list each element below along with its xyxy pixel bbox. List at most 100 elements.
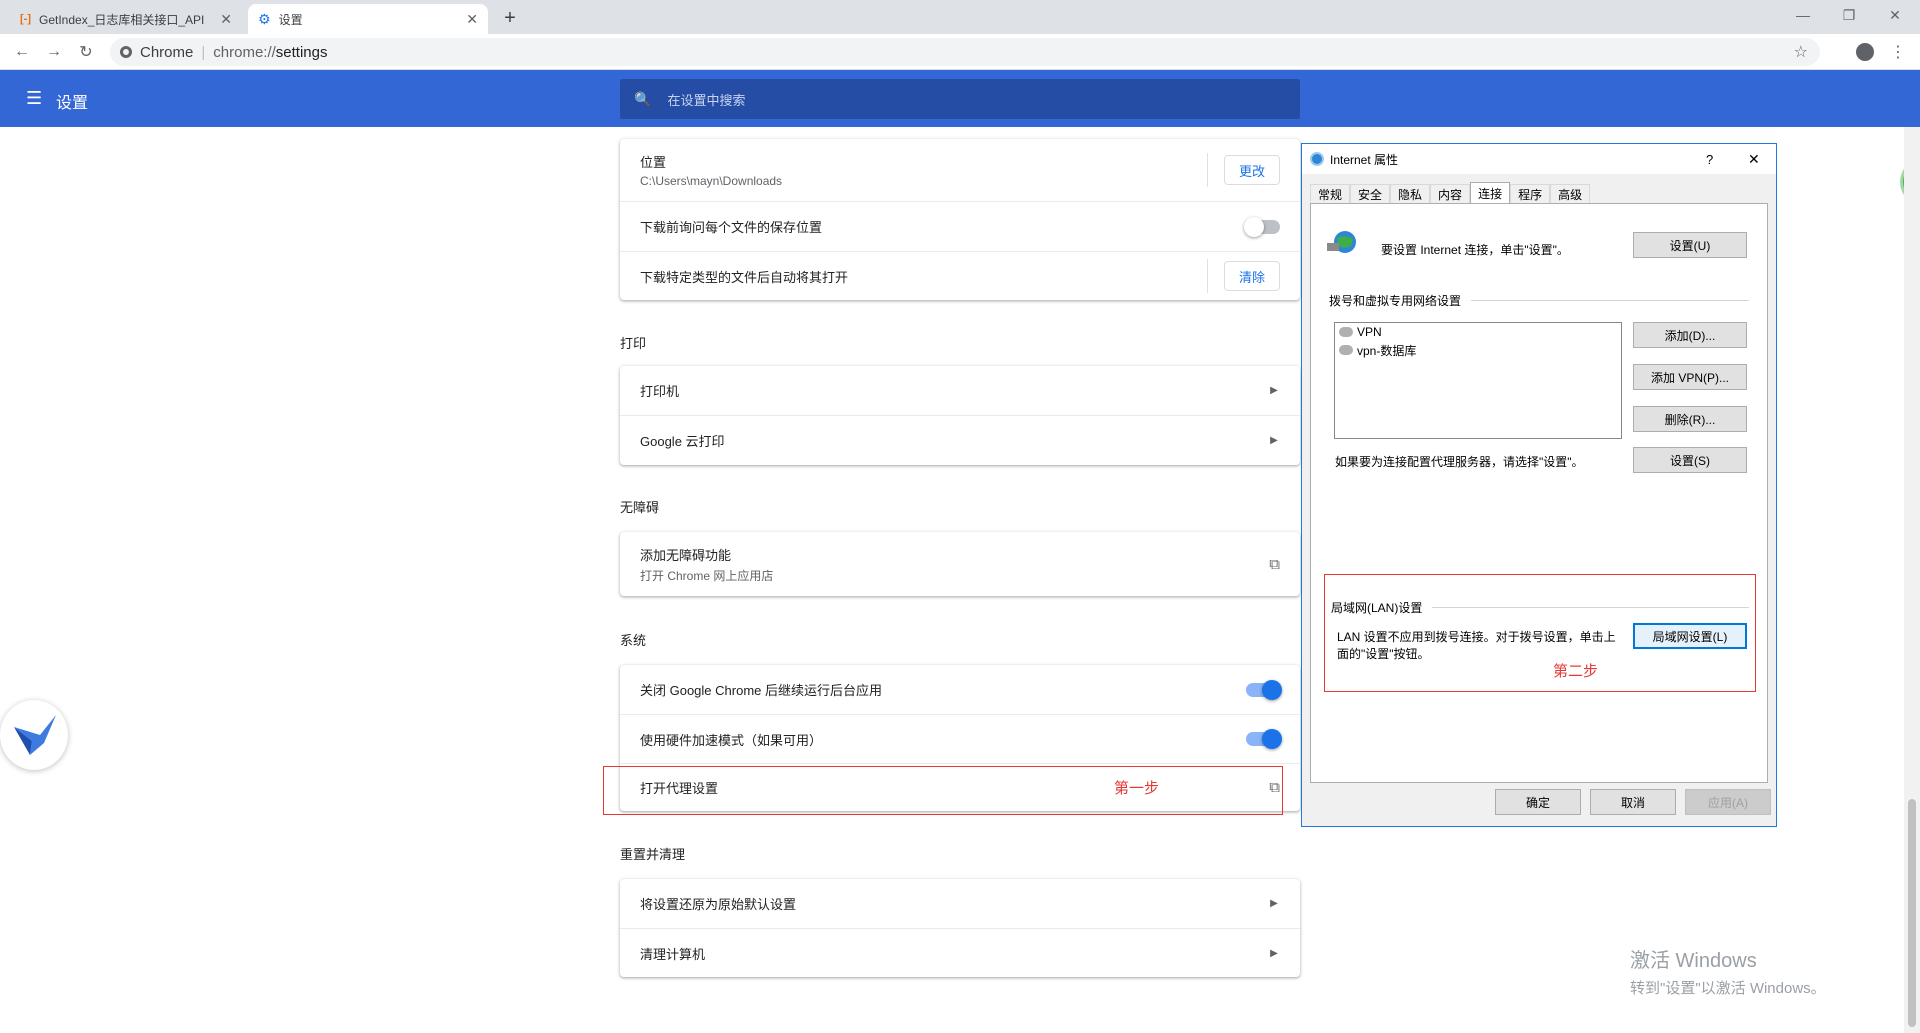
background-apps-row[interactable]: 关闭 Google Chrome 后继续运行后台应用	[620, 665, 1300, 714]
api-favicon-icon: [-]	[20, 13, 31, 25]
dialog-close-button[interactable]: ✕	[1748, 151, 1760, 168]
url-path: settings	[275, 43, 328, 61]
step1-annotation: 第一步	[1114, 780, 1160, 797]
help-button[interactable]: ?	[1706, 152, 1713, 167]
downloads-card: 位置 C:\Users\mayn\Downloads 更改 下载前询问每个文件的…	[620, 139, 1300, 300]
dialog-title: Internet 属性	[1330, 152, 1399, 167]
list-item[interactable]: vpn-数据库	[1335, 341, 1621, 359]
reload-icon[interactable]: ↻	[74, 40, 98, 64]
settings-header: ☰ 设置 🔍 在设置中搜索	[0, 70, 1920, 127]
tab-privacy[interactable]: 隐私	[1390, 184, 1431, 204]
ask-location-toggle[interactable]	[1244, 216, 1280, 237]
profile-avatar-icon[interactable]	[1853, 40, 1877, 64]
tab-advanced[interactable]: 高级	[1550, 184, 1591, 204]
tab-connections[interactable]: 连接	[1470, 182, 1511, 204]
setup-text: 要设置 Internet 连接，单击"设置"。	[1381, 243, 1569, 257]
page-title: 设置	[56, 95, 89, 112]
search-icon: 🔍	[634, 90, 652, 107]
add-accessibility-row[interactable]: 添加无障碍功能 打开 Chrome 网上应用店 ⧉	[620, 532, 1300, 596]
tab-general[interactable]: 常规	[1310, 184, 1351, 204]
cloud-print-row[interactable]: Google 云打印 ▶	[620, 415, 1300, 465]
hw-accel-toggle[interactable]	[1246, 729, 1282, 749]
tab-content[interactable]: 内容	[1430, 184, 1471, 204]
chrome-logo-icon	[120, 46, 132, 58]
window-close-button[interactable]: ✕	[1872, 0, 1918, 30]
chevron-right-icon: ▶	[1270, 385, 1278, 396]
url-text: chrome://settings	[213, 44, 327, 61]
print-card: 打印机 ▶ Google 云打印 ▶	[620, 366, 1300, 465]
section-title-system: 系统	[620, 633, 647, 648]
bird-app-icon[interactable]	[0, 700, 68, 770]
accessibility-sub: 打开 Chrome 网上应用店	[640, 568, 774, 583]
chevron-right-icon: ▶	[1270, 898, 1278, 909]
ask-location-row[interactable]: 下载前询问每个文件的保存位置	[620, 201, 1300, 251]
dialup-group-label: 拨号和虚拟专用网络设置	[1329, 294, 1462, 308]
url-separator: |	[201, 43, 206, 61]
tab-title: 设置	[278, 12, 303, 27]
back-arrow-icon[interactable]: ←	[10, 40, 34, 64]
add-vpn-button[interactable]: 添加 VPN(P)...	[1633, 364, 1747, 390]
close-tab-icon[interactable]: ✕	[466, 11, 478, 28]
list-item[interactable]: VPN	[1335, 323, 1621, 341]
external-link-icon: ⧉	[1269, 555, 1280, 573]
menu-dots-icon[interactable]: ⋮	[1886, 40, 1910, 64]
search-placeholder: 在设置中搜索	[667, 92, 746, 108]
connection-name: vpn-数据库	[1357, 343, 1417, 358]
close-tab-icon[interactable]: ✕	[220, 11, 232, 28]
location-value: C:\Users\mayn\Downloads	[640, 174, 783, 188]
accessibility-card: 添加无障碍功能 打开 Chrome 网上应用店 ⧉	[620, 532, 1300, 596]
tab-title: GetIndex_日志库相关接口_API ·	[39, 12, 209, 27]
chevron-right-icon: ▶	[1270, 435, 1278, 446]
setup-button[interactable]: 设置(U)	[1633, 232, 1747, 258]
hw-accel-row[interactable]: 使用硬件加速模式（如果可用）	[620, 714, 1300, 763]
minimize-button[interactable]: —	[1780, 0, 1826, 30]
section-title-accessibility: 无障碍	[620, 500, 660, 515]
omnibox[interactable]: Chrome | chrome://settings ☆	[110, 38, 1820, 66]
connection-name: VPN	[1357, 325, 1382, 339]
section-title-reset: 重置并清理	[620, 847, 686, 862]
connection-icon	[1339, 345, 1353, 355]
step2-highlight-box	[1324, 574, 1756, 692]
toolbar: ← → ↻ Chrome | chrome://settings ☆ ⋮	[0, 34, 1920, 70]
change-location-button[interactable]: 更改	[1223, 155, 1280, 185]
tab-strip: [-] GetIndex_日志库相关接口_API · ✕ ⚙ 设置 ✕ + — …	[0, 0, 1920, 34]
tab-programs[interactable]: 程序	[1510, 184, 1551, 204]
ok-button[interactable]: 确定	[1495, 789, 1581, 815]
cleanup-row[interactable]: 清理计算机 ▶	[620, 928, 1300, 977]
connections-panel: 要设置 Internet 连接，单击"设置"。 设置(U) 拨号和虚拟专用网络设…	[1310, 203, 1768, 783]
section-title-print: 打印	[620, 336, 647, 351]
settings-search-input[interactable]: 🔍 在设置中搜索	[620, 79, 1300, 119]
clear-auto-open-button[interactable]: 清除	[1223, 261, 1280, 291]
tab-settings[interactable]: ⚙ 设置 ✕	[248, 4, 488, 34]
add-connection-button[interactable]: 添加(D)...	[1633, 322, 1747, 348]
apply-button[interactable]: 应用(A)	[1685, 789, 1771, 815]
ie-globe-icon	[1310, 152, 1324, 166]
reset-defaults-row[interactable]: 将设置还原为原始默认设置 ▶	[620, 879, 1300, 928]
dialog-tabs: 常规 安全 隐私 内容 连接 程序 高级	[1310, 182, 1591, 204]
url-prefix: chrome://	[213, 43, 276, 61]
remove-connection-button[interactable]: 删除(R)...	[1633, 406, 1747, 432]
background-apps-toggle[interactable]	[1246, 679, 1282, 700]
cloud-print-label: Google 云打印	[640, 434, 725, 449]
printers-label: 打印机	[640, 384, 680, 399]
cancel-button[interactable]: 取消	[1590, 789, 1676, 815]
scrollbar-thumb[interactable]	[1908, 799, 1916, 1027]
forward-arrow-icon[interactable]: →	[42, 40, 66, 64]
tab-getindex[interactable]: [-] GetIndex_日志库相关接口_API · ✕	[10, 4, 242, 34]
new-tab-button[interactable]: +	[498, 4, 522, 32]
divider	[1206, 259, 1208, 293]
hamburger-menu-icon[interactable]: ☰	[26, 88, 42, 109]
tab-security[interactable]: 安全	[1350, 184, 1391, 204]
auto-open-row: 下载特定类型的文件后自动将其打开 清除	[620, 251, 1300, 300]
connections-list[interactable]: VPN vpn-数据库	[1334, 322, 1622, 439]
printers-row[interactable]: 打印机 ▶	[620, 366, 1300, 415]
connection-settings-button[interactable]: 设置(S)	[1633, 447, 1747, 473]
ask-location-label: 下载前询问每个文件的保存位置	[640, 220, 823, 235]
hw-accel-label: 使用硬件加速模式（如果可用）	[640, 732, 823, 748]
restore-button[interactable]: ❐	[1826, 0, 1872, 30]
bookmark-star-icon[interactable]: ☆	[1794, 42, 1808, 62]
scheme-label: Chrome	[140, 43, 194, 61]
connection-icon	[1339, 327, 1353, 337]
gear-icon: ⚙	[258, 10, 271, 27]
page-scrollbar[interactable]	[1904, 127, 1920, 1033]
